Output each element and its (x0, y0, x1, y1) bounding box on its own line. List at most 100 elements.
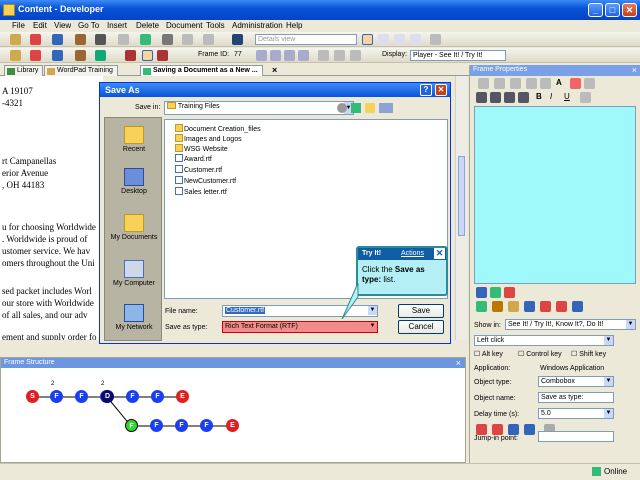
align-right-icon[interactable] (504, 92, 515, 103)
screen-icon[interactable] (142, 50, 153, 61)
align-left-icon[interactable] (476, 92, 487, 103)
font-icon[interactable]: A (556, 78, 567, 89)
chevron-down-icon[interactable]: ▼ (604, 336, 613, 345)
frame-node[interactable]: F (50, 390, 63, 403)
pointer-icon[interactable] (508, 301, 519, 312)
minimize-button[interactable]: _ (588, 3, 603, 17)
frame-node[interactable]: F (126, 390, 139, 403)
jump-in-input[interactable] (538, 431, 614, 442)
document-scrollbar[interactable] (455, 76, 467, 340)
list-item[interactable]: WSG Website (175, 144, 228, 153)
last-frame-icon[interactable] (298, 50, 309, 61)
highlight-icon[interactable] (584, 78, 595, 89)
shift-key-checkbox[interactable]: ☐ Shift key (571, 350, 606, 358)
action-icon[interactable] (157, 50, 168, 61)
frame-type-icon[interactable] (476, 287, 487, 298)
branch-icon[interactable] (52, 50, 63, 61)
list-item[interactable]: Document Creation_files (175, 124, 261, 133)
play-icon[interactable] (508, 424, 519, 435)
user-icon[interactable] (75, 50, 86, 61)
up-folder-icon[interactable] (351, 103, 361, 113)
record-icon[interactable] (30, 50, 41, 61)
insert-icon[interactable] (75, 34, 86, 45)
next-frame-icon[interactable] (284, 50, 295, 61)
close-button[interactable]: ✕ (622, 3, 637, 17)
object-type-select[interactable]: Combobox ▼ (538, 376, 614, 387)
place-desktop[interactable]: Desktop (105, 168, 163, 195)
menu-view[interactable]: View (54, 21, 71, 30)
first-frame-icon[interactable] (256, 50, 267, 61)
chevron-down-icon[interactable]: ▼ (604, 409, 613, 418)
screen-icon[interactable] (524, 301, 535, 312)
menu-goto[interactable]: Go To (78, 21, 99, 30)
paste-icon[interactable] (162, 34, 173, 45)
close-panel-icon[interactable]: × (632, 65, 637, 75)
align-center-icon[interactable] (490, 92, 501, 103)
dialog-help-button[interactable]: ? (420, 84, 432, 96)
properties-icon[interactable] (95, 34, 106, 45)
close-tab-icon[interactable]: × (272, 65, 277, 75)
selected-frame-node[interactable]: F (125, 419, 138, 432)
maximize-button[interactable]: □ (605, 3, 620, 17)
redo-icon[interactable] (540, 78, 551, 89)
frame-node[interactable]: F (150, 419, 163, 432)
frame-node[interactable]: F (75, 390, 88, 403)
bold-icon[interactable] (203, 34, 214, 45)
save-button[interactable]: Save (398, 304, 444, 318)
options-icon[interactable] (430, 34, 441, 45)
new-icon[interactable] (10, 34, 21, 45)
save-in-select[interactable]: Training Files ▼ (164, 101, 354, 115)
list-item[interactable]: Sales letter.rtf (175, 187, 227, 196)
undo-icon[interactable] (140, 34, 151, 45)
layout-1-icon[interactable] (362, 34, 373, 45)
close-icon[interactable]: ✕ (434, 248, 445, 259)
chevron-down-icon[interactable]: ▼ (604, 377, 613, 386)
list-item[interactable]: Customer.rtf (175, 165, 222, 174)
list-item[interactable]: Images and Logos (175, 134, 242, 143)
layout-4-icon[interactable] (410, 34, 421, 45)
close-panel-icon[interactable]: × (456, 358, 461, 368)
object-name-input[interactable]: Save as type: (538, 392, 614, 403)
cancel-button[interactable]: Cancel (398, 320, 444, 334)
green-check-icon[interactable] (476, 301, 487, 312)
open-icon[interactable] (10, 50, 21, 61)
help-icon[interactable] (232, 34, 243, 45)
action-select[interactable]: Left click ▼ (474, 335, 614, 346)
place-my-documents[interactable]: My Documents (105, 214, 163, 241)
chevron-down-icon[interactable]: ▼ (368, 306, 377, 315)
marker-icon[interactable] (540, 301, 551, 312)
undo-icon[interactable] (526, 78, 537, 89)
marker-2-icon[interactable] (556, 301, 567, 312)
menu-document[interactable]: Document (166, 21, 202, 30)
prev-frame-icon[interactable] (270, 50, 281, 61)
display-select[interactable]: Player - See It! / Try It! (410, 50, 506, 61)
record-sound-icon[interactable] (492, 424, 503, 435)
control-key-checkbox[interactable]: ☐ Control key (518, 350, 562, 358)
paste-icon[interactable] (510, 78, 521, 89)
list-item[interactable]: NewCustomer.rtf (175, 176, 236, 185)
bubble-icon[interactable] (492, 301, 503, 312)
edit-icon[interactable] (125, 50, 136, 61)
frame-node[interactable]: F (175, 419, 188, 432)
chevron-down-icon[interactable]: ▼ (626, 320, 635, 329)
link-icon[interactable] (52, 34, 63, 45)
end-node[interactable]: E (226, 419, 239, 432)
end-node[interactable]: E (176, 390, 189, 403)
list-icon[interactable] (580, 92, 591, 103)
view-menu-icon[interactable] (379, 103, 393, 113)
place-recent[interactable]: Recent (105, 126, 163, 153)
copy-icon[interactable] (494, 78, 505, 89)
cut-icon[interactable] (30, 34, 41, 45)
mic-icon[interactable] (524, 424, 535, 435)
decision-node[interactable]: D (101, 390, 114, 403)
bubble-position-icon[interactable] (572, 301, 583, 312)
tab-wordpad-training[interactable]: WordPad Training (44, 65, 118, 76)
delete-icon[interactable] (118, 34, 129, 45)
list-item[interactable]: Award.rtf (175, 154, 212, 163)
menu-edit[interactable]: Edit (33, 21, 47, 30)
layout-3-icon[interactable] (394, 34, 405, 45)
hotspot-icon[interactable] (490, 287, 501, 298)
menu-delete[interactable]: Delete (136, 21, 159, 30)
menu-insert[interactable]: Insert (107, 21, 127, 30)
justify-icon[interactable] (518, 92, 529, 103)
